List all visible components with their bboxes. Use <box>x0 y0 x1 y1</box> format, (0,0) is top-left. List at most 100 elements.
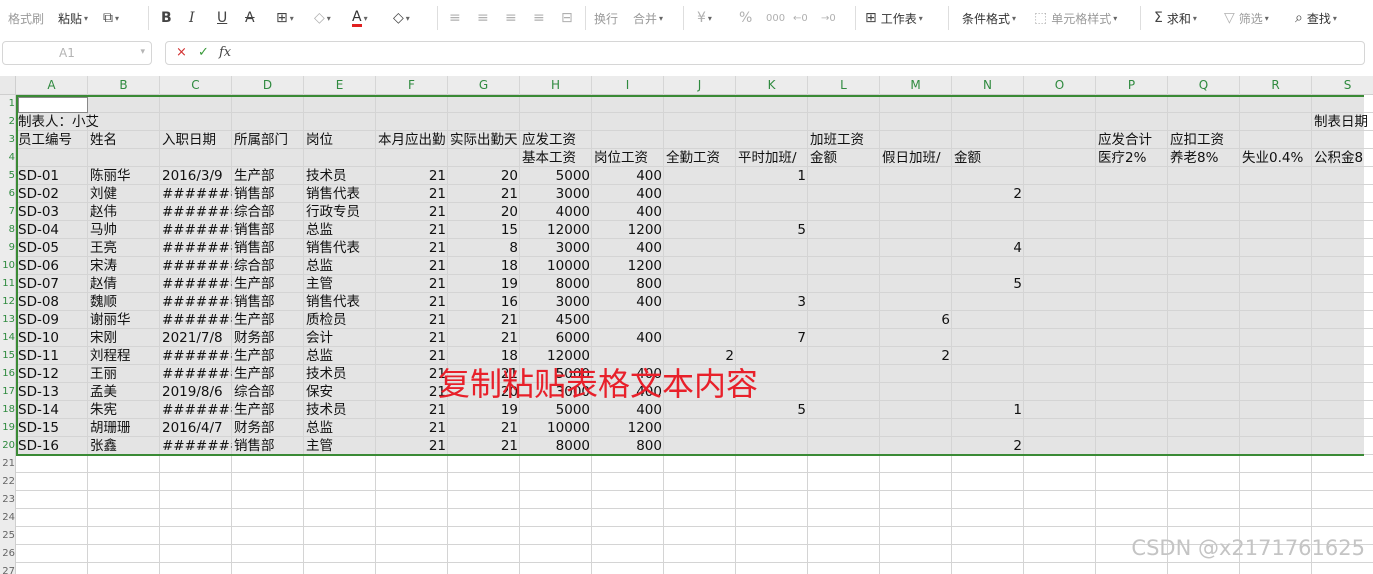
formula-input[interactable]: × ✓ fx <box>165 41 1365 65</box>
increase-decimal-button[interactable]: ←0 <box>793 0 808 36</box>
filter-button[interactable]: ▽ 筛选 ▾ <box>1224 0 1269 36</box>
align-right-button[interactable]: ≡ <box>505 0 517 36</box>
name-box-value: A1 <box>59 46 75 60</box>
column-header-q[interactable]: Q <box>1168 76 1240 95</box>
row-header-1[interactable]: 1 <box>0 95 16 113</box>
decrease-decimal-button[interactable]: →0 <box>821 0 836 36</box>
row-header-6[interactable]: 6 <box>0 185 16 203</box>
column-header-f[interactable]: F <box>376 76 448 95</box>
conditional-format-button[interactable]: 条件格式 ▾ <box>962 0 1016 36</box>
align-left-button[interactable]: ≡ <box>449 0 461 36</box>
row-header-14[interactable]: 14 <box>0 329 16 347</box>
sum-button[interactable]: Σ 求和 ▾ <box>1154 0 1197 36</box>
worksheet-button[interactable]: ⊞ 工作表 ▾ <box>865 0 923 36</box>
italic-button[interactable]: I <box>189 0 195 36</box>
column-header-m[interactable]: M <box>880 76 952 95</box>
clear-icon: ◇ <box>393 10 404 26</box>
row-header-21[interactable]: 21 <box>0 455 16 473</box>
clear-button[interactable]: ◇ ▾ <box>393 0 410 36</box>
row-header-2[interactable]: 2 <box>0 113 16 131</box>
currency-button[interactable]: ¥ ▾ <box>697 0 712 36</box>
paste-button[interactable]: 粘贴 ▾ <box>58 0 88 36</box>
distribute-button[interactable]: ⊟ <box>561 0 573 36</box>
chevron-down-icon: ▾ <box>1192 13 1197 23</box>
row-header-20[interactable]: 20 <box>0 437 16 455</box>
column-header-j[interactable]: J <box>664 76 736 95</box>
column-header-k[interactable]: K <box>736 76 808 95</box>
fill-color-button[interactable]: ◇ ▾ <box>314 0 331 36</box>
row-header-13[interactable]: 13 <box>0 311 16 329</box>
confirm-icon[interactable]: ✓ <box>198 45 209 60</box>
column-header-o[interactable]: O <box>1024 76 1096 95</box>
column-header-b[interactable]: B <box>88 76 160 95</box>
find-button[interactable]: ⌕ 查找 ▾ <box>1295 0 1337 36</box>
percent-button[interactable]: % <box>739 0 752 36</box>
merge-button[interactable]: 合并 ▾ <box>633 0 663 36</box>
underline-button[interactable]: U <box>217 0 227 36</box>
column-header-n[interactable]: N <box>952 76 1024 95</box>
grid-line <box>16 508 1373 509</box>
spreadsheet-grid: ABCDEFGHIJKLMNOPQRS 1 2 3 4 5 6 7 8 9 10 11 12 13 14 1… <box>0 76 1373 574</box>
column-header-g[interactable]: G <box>448 76 520 95</box>
format-painter-button[interactable]: 格式刷 <box>8 0 44 36</box>
chevron-down-icon: ▾ <box>918 13 923 23</box>
row-header-8[interactable]: 8 <box>0 221 16 239</box>
row-header-22[interactable]: 22 <box>0 473 16 491</box>
row-header-26[interactable]: 26 <box>0 545 16 563</box>
row-header-24[interactable]: 24 <box>0 509 16 527</box>
row-header-11[interactable]: 11 <box>0 275 16 293</box>
chevron-down-icon: ▾ <box>659 13 664 23</box>
column-header-e[interactable]: E <box>304 76 376 95</box>
name-box[interactable]: A1 ▾ <box>2 41 152 65</box>
row-header-12[interactable]: 12 <box>0 293 16 311</box>
toolbar-separator <box>437 6 438 30</box>
row-header-7[interactable]: 7 <box>0 203 16 221</box>
thousands-button[interactable]: 000 <box>766 0 785 36</box>
row-header-15[interactable]: 15 <box>0 347 16 365</box>
cell-style-label: 单元格样式 <box>1051 11 1112 26</box>
row-header-25[interactable]: 25 <box>0 527 16 545</box>
row-header-9[interactable]: 9 <box>0 239 16 257</box>
cell-area[interactable]: 制表人：小艾 制表日期 员工编号 姓名 入职日期 所属部门 岗位 本月应出勤 实际出勤天 应发工资… <box>16 95 1373 574</box>
bold-button[interactable]: B <box>161 0 172 36</box>
row-header-27[interactable]: 27 <box>0 563 16 574</box>
row-header-5[interactable]: 5 <box>0 167 16 185</box>
column-header-c[interactable]: C <box>160 76 232 95</box>
toolbar-separator <box>148 6 149 30</box>
chevron-down-icon[interactable]: ▾ <box>140 47 145 57</box>
underline-icon: U <box>217 10 228 26</box>
align-left-icon: ≡ <box>449 10 461 26</box>
row-header-19[interactable]: 19 <box>0 419 16 437</box>
justify-button[interactable]: ≡ <box>533 0 545 36</box>
cancel-icon[interactable]: × <box>176 45 187 60</box>
wrap-text-button[interactable]: 换行 <box>594 0 618 36</box>
border-button[interactable]: ⊞ ▾ <box>276 0 294 36</box>
strikethrough-button[interactable]: A <box>245 0 255 36</box>
font-color-button[interactable]: A ▾ <box>352 0 368 36</box>
function-icon[interactable]: fx <box>219 45 231 60</box>
column-header-r[interactable]: R <box>1240 76 1312 95</box>
column-header-s[interactable]: S <box>1312 76 1373 95</box>
row-header-23[interactable]: 23 <box>0 491 16 509</box>
row-header-17[interactable]: 17 <box>0 383 16 401</box>
align-center-button[interactable]: ≡ <box>477 0 489 36</box>
row-header-4[interactable]: 4 <box>0 149 16 167</box>
column-header-p[interactable]: P <box>1096 76 1168 95</box>
row-header-16[interactable]: 16 <box>0 365 16 383</box>
currency-icon: ¥ <box>697 10 706 26</box>
row-header-18[interactable]: 18 <box>0 401 16 419</box>
cell-style-button[interactable]: ⬚ 单元格样式 ▾ <box>1034 0 1117 36</box>
active-cell-a1[interactable] <box>18 97 88 113</box>
copy-button[interactable]: ⧉ ▾ <box>103 0 119 36</box>
column-header-i[interactable]: I <box>592 76 664 95</box>
column-header-l[interactable]: L <box>808 76 880 95</box>
format-painter-label: 格式刷 <box>8 11 45 26</box>
column-header-h[interactable]: H <box>520 76 592 95</box>
cell-style-icon: ⬚ <box>1034 10 1048 26</box>
row-header-3[interactable]: 3 <box>0 131 16 149</box>
row-header-10[interactable]: 10 <box>0 257 16 275</box>
chevron-down-icon: ▾ <box>115 13 120 23</box>
select-all-corner[interactable] <box>0 76 16 95</box>
column-header-a[interactable]: A <box>16 76 88 95</box>
column-header-d[interactable]: D <box>232 76 304 95</box>
